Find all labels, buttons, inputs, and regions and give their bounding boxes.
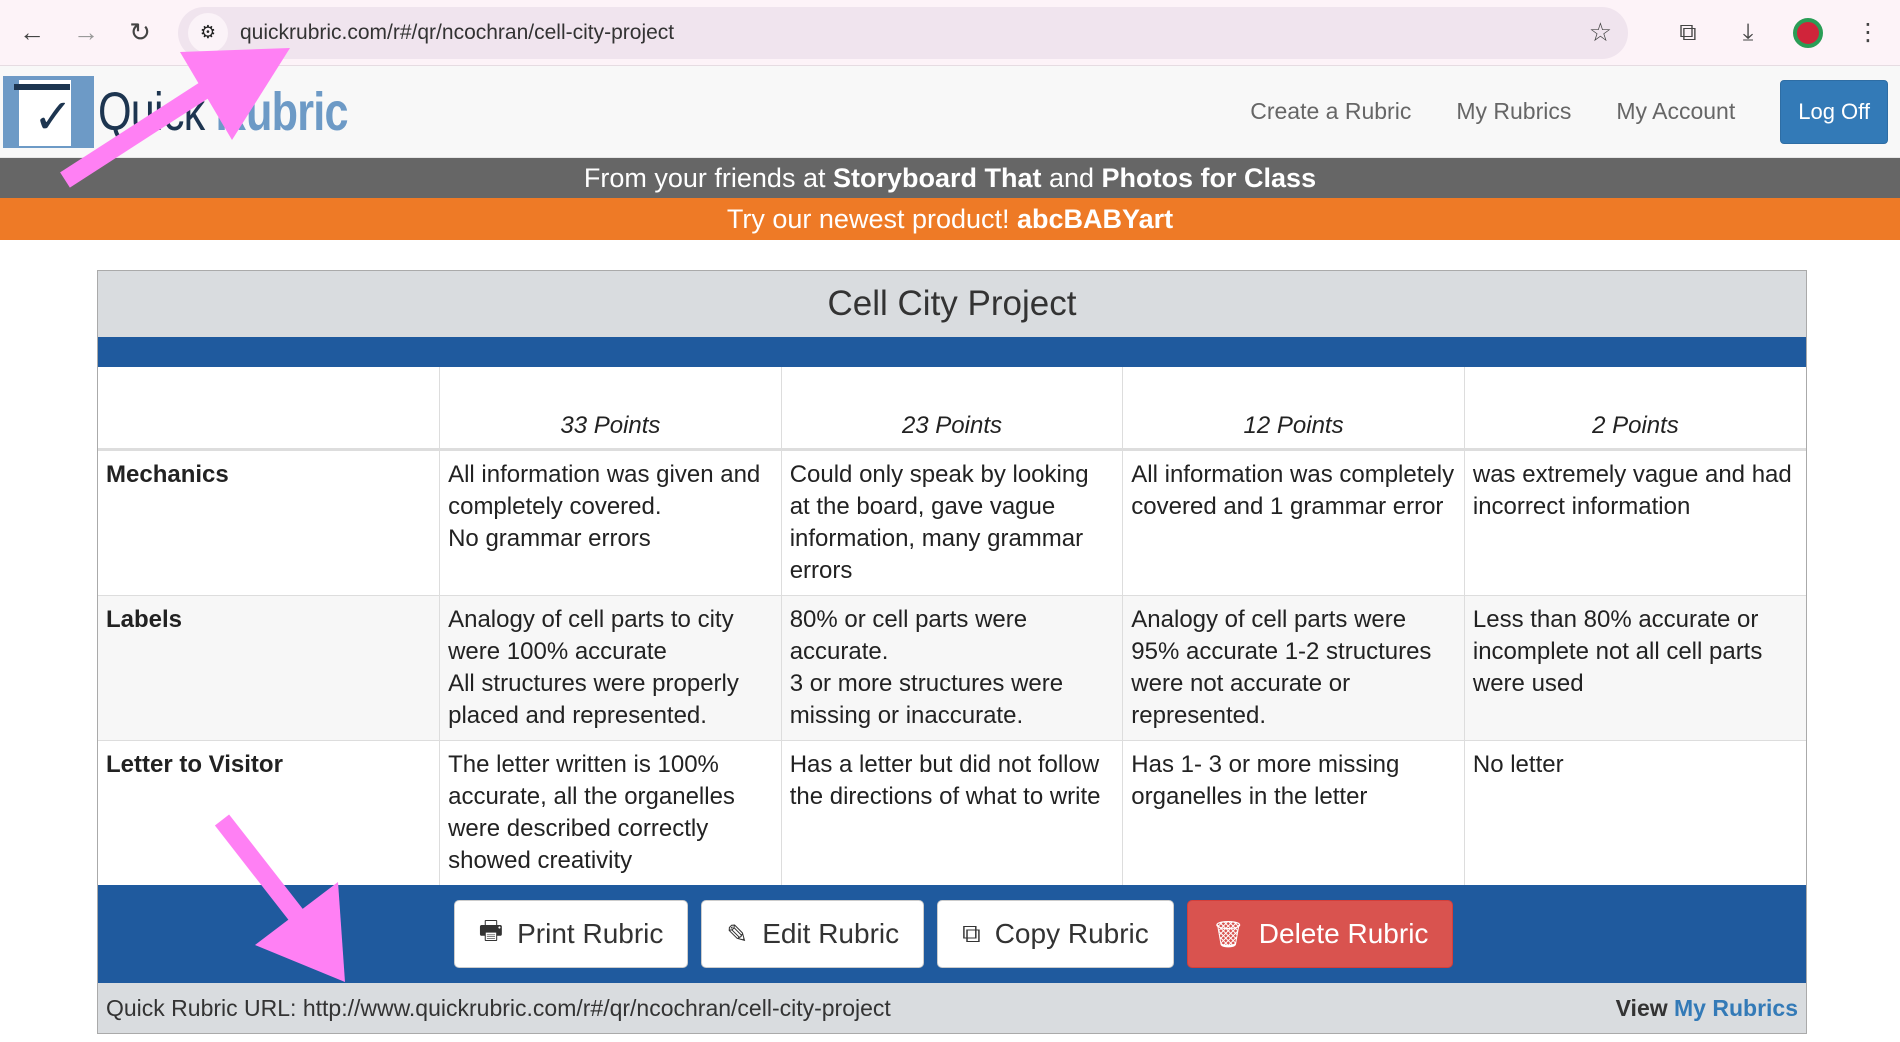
delete-rubric-button[interactable]: 🗑 Delete Rubric (1186, 900, 1454, 968)
action-bar: 🖶 Print Rubric ✎ Edit Rubric ⧉ Copy Rubric … (98, 885, 1806, 983)
cell: Analogy of cell parts to city were 100% … (439, 594, 782, 740)
copy-rubric-button[interactable]: ⧉ Copy Rubric (937, 900, 1174, 968)
url-text[interactable]: quickrubric.com/r#/qr/ncochran/cell-city… (240, 21, 1589, 45)
header-points: 23 Points (781, 367, 1124, 451)
nav-create-rubric[interactable]: Create a Rubric (1250, 98, 1411, 125)
back-icon[interactable]: ← (12, 13, 52, 53)
logo-icon: ✓ (3, 75, 94, 148)
title-divider (98, 337, 1806, 367)
cell: All information was completely covered a… (1122, 448, 1465, 595)
button-label: Delete Rubric (1258, 918, 1429, 949)
logo-text-quick: Quick (98, 81, 205, 142)
menu-icon[interactable]: ⋮ (1848, 13, 1888, 53)
cell: Has 1- 3 or more missing organelles in t… (1122, 739, 1465, 885)
rubric-panel: Cell City Project 33 Points 23 Points 12… (97, 270, 1807, 1034)
header-points: 2 Points (1464, 367, 1806, 451)
rubric-title: Cell City Project (98, 271, 1806, 337)
cell: All information was given and completely… (439, 448, 782, 595)
cell: was extremely vague and had incorrect in… (1464, 448, 1806, 595)
rubric-table: 33 Points 23 Points 12 Points 2 Points M… (98, 367, 1806, 885)
profile-avatar[interactable] (1788, 13, 1828, 53)
edit-rubric-button[interactable]: ✎ Edit Rubric (701, 900, 925, 968)
banner-text: Try our newest product! (726, 204, 1018, 234)
site-settings-icon[interactable]: ⚙ (188, 12, 228, 53)
log-off-button[interactable]: Log Off (1780, 79, 1888, 144)
view-label: View (1615, 994, 1675, 1021)
quick-rubric-logo[interactable]: ✓ Quick Rubric (3, 75, 410, 148)
header-points: 12 Points (1122, 367, 1465, 451)
friends-banner: From your friends at Storyboard That and… (0, 158, 1900, 198)
abcbabyart-link[interactable]: abcBABYart (1017, 204, 1173, 234)
logo-text-rubric: Rubric (215, 81, 349, 142)
header-empty (98, 367, 441, 451)
site-navbar: ✓ Quick Rubric Create a Rubric My Rubric… (0, 66, 1900, 158)
copy-icon: ⧉ (962, 918, 981, 948)
edit-icon: ✎ (726, 918, 749, 949)
forward-icon[interactable]: → (66, 13, 106, 53)
product-banner: Try our newest product! abcBABYart (0, 198, 1900, 240)
nav-my-account[interactable]: My Account (1616, 98, 1735, 125)
bookmark-star-icon[interactable]: ☆ (1589, 17, 1612, 48)
cell: Analogy of cell parts were 95% accurate … (1122, 594, 1465, 740)
print-icon: 🖶 (478, 915, 504, 945)
cell: The letter written is 100% accurate, all… (439, 739, 782, 885)
criterion: Labels (98, 594, 441, 740)
lens-search-icon[interactable]: ⧉ (1668, 13, 1708, 53)
criterion: Letter to Visitor (98, 739, 441, 885)
print-rubric-button[interactable]: 🖶 Print Rubric (453, 900, 689, 968)
table-row: Labels Analogy of cell parts to city wer… (98, 594, 1806, 740)
banner-text: From your friends at (583, 163, 833, 193)
cell: Could only speak by looking at the board… (781, 448, 1124, 595)
table-row: Mechanics All information was given and … (98, 448, 1806, 595)
table-row: Letter to Visitor The letter written is … (98, 739, 1806, 885)
reload-icon[interactable]: ↻ (120, 13, 160, 53)
nav-my-rubrics[interactable]: My Rubrics (1456, 98, 1571, 125)
address-bar[interactable]: ⚙ quickrubric.com/r#/qr/ncochran/cell-ci… (178, 6, 1628, 59)
button-label: Print Rubric (517, 918, 664, 949)
my-rubrics-link[interactable]: My Rubrics (1674, 995, 1798, 1021)
header-points: 33 Points (439, 367, 782, 451)
criterion: Mechanics (98, 448, 441, 595)
rubric-url[interactable]: Quick Rubric URL: http://www.quickrubric… (106, 995, 891, 1022)
cell: Less than 80% accurate or incomplete not… (1464, 594, 1806, 740)
cell: 80% or cell parts were accurate. 3 or mo… (781, 594, 1124, 740)
banner-text: and (1041, 163, 1102, 193)
download-icon[interactable]: ⤓ (1728, 13, 1768, 53)
storyboard-that-link[interactable]: Storyboard That (833, 163, 1042, 193)
button-label: Copy Rubric (994, 918, 1149, 949)
cell: Has a letter but did not follow the dire… (781, 739, 1124, 885)
browser-toolbar: ← → ↻ ⚙ quickrubric.com/r#/qr/ncochran/c… (0, 0, 1900, 66)
cell: No letter (1464, 739, 1806, 885)
button-label: Edit Rubric (762, 918, 900, 949)
trash-icon: 🗑 (1211, 918, 1245, 949)
rubric-footer: Quick Rubric URL: http://www.quickrubric… (98, 983, 1806, 1033)
photos-for-class-link[interactable]: Photos for Class (1102, 163, 1317, 193)
